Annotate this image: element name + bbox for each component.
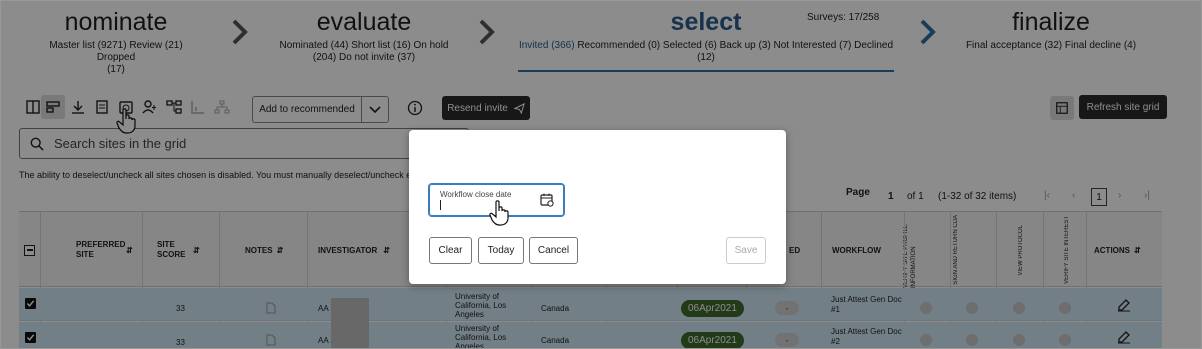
app-window: nominate Master list (9271) Review (21) … xyxy=(0,0,1202,349)
workflow-close-date-dialog: Workflow close date Clear Today Cancel S… xyxy=(409,130,786,284)
field-label: Workflow close date xyxy=(440,190,512,199)
today-button[interactable]: Today xyxy=(478,237,524,264)
hand-cursor-icon xyxy=(489,200,511,226)
cancel-button[interactable]: Cancel xyxy=(529,237,578,264)
calendar-icon[interactable] xyxy=(540,193,554,207)
text-caret xyxy=(440,200,441,210)
save-button[interactable]: Save xyxy=(726,237,766,264)
clear-button[interactable]: Clear xyxy=(429,237,472,264)
